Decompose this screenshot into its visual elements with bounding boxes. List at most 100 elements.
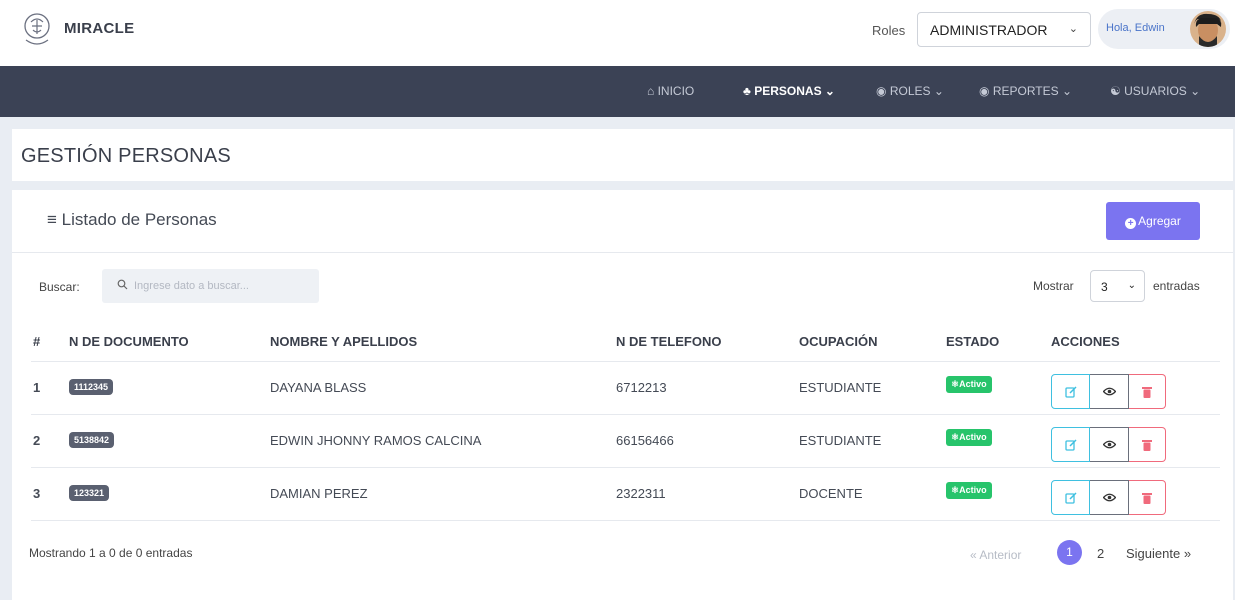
nav-item-reportes[interactable]: ◉ REPORTES ⌄ [979,84,1072,98]
phone-number: 2322311 [616,466,799,521]
row-number: 1 [31,360,67,414]
people-icon: ♣ [743,84,751,98]
view-button[interactable] [1090,480,1129,515]
nav-item-roles[interactable]: ◉ ROLES ⌄ [876,84,944,98]
search-input[interactable] [134,277,309,295]
eye-icon [1102,387,1116,396]
list-icon: ≡ [47,210,57,229]
occupation: ESTUDIANTE [799,413,946,467]
column-header: # [33,334,41,350]
view-button[interactable] [1090,374,1129,409]
nav-item-usuarios[interactable]: ☯ USUARIOS ⌄ [1110,84,1200,98]
delete-button[interactable] [1129,480,1166,515]
add-person-button[interactable]: + Agregar [1106,202,1200,240]
reports-icon: ◉ [979,84,990,98]
entries-select[interactable]: 3 ⌄ [1090,270,1145,302]
nav-item-inicio[interactable]: ⌂ INICIO [647,84,694,98]
main-navbar: ⌂ INICIO ♣ PERSONAS ⌄ ◉ ROLES ⌄ ◉ REPORT… [0,66,1235,117]
trash-icon [1142,492,1152,504]
chevron-down-icon: ⌄ [1068,23,1078,35]
role-select[interactable]: ADMINISTRADOR ⌄ [917,12,1091,47]
entries-select-value: 3 [1101,280,1108,294]
occupation: DOCENTE [799,466,946,521]
status-badge: ⚛Activo [946,481,992,499]
search-icon [117,279,128,290]
search-label: Buscar: [39,280,80,294]
table-info: Mostrando 1 a 0 de 0 entradas [29,546,193,560]
column-header: N DE TELEFONO [616,334,722,350]
table-row: 3 123321 DAMIAN PEREZ 2322311 DOCENTE ⚛A… [31,466,1220,521]
column-header: NOMBRE Y APELLIDOS [270,334,418,350]
brand-name: MIRACLE [64,20,135,37]
phone-number: 66156466 [616,413,799,467]
nav-item-label: INICIO [657,84,695,98]
row-actions [1051,374,1166,409]
edit-button[interactable] [1051,480,1090,515]
person-name: DAYANA BLASS [270,360,616,414]
pagination-prev[interactable]: « Anterior [970,548,1021,562]
persons-card: ≡ Listado de Personas +Agregar Buscar: M… [12,190,1233,600]
search-box [102,269,319,303]
avatar [1190,11,1226,47]
eye-icon [1102,493,1116,502]
user-greeting: Hola, Edwin [1106,22,1165,34]
add-button-label: Agregar [1138,213,1181,228]
persons-table: # N DE DOCUMENTO NOMBRE Y APELLIDOS N DE… [31,323,1220,521]
trash-icon [1142,386,1152,398]
top-bar: MIRACLE Roles ADMINISTRADOR ⌄ Hola, Edwi… [0,0,1235,66]
show-label: Mostrar [1033,279,1074,293]
delete-button[interactable] [1129,427,1166,462]
trash-icon [1142,439,1152,451]
logo-icon [24,13,50,45]
nav-item-label: USUARIOS [1124,84,1187,98]
delete-button[interactable] [1129,374,1166,409]
home-icon: ⌂ [647,84,655,98]
page-header: GESTIÓN PERSONAS [12,129,1233,181]
user-menu[interactable]: Hola, Edwin [1098,9,1230,49]
role-select-value: ADMINISTRADOR [930,22,1048,38]
nav-item-label: ROLES [889,84,931,98]
document-badge: 123321 [69,484,110,501]
view-button[interactable] [1090,427,1129,462]
person-name: DAMIAN PEREZ [270,466,616,521]
edit-button[interactable] [1051,427,1090,462]
row-number: 3 [31,466,67,521]
plus-circle-icon: + [1125,217,1137,229]
table-row: 2 5138842 EDWIN JHONNY RAMOS CALCINA 661… [31,413,1220,467]
chevron-down-icon: ⌄ [824,84,835,98]
show-suffix: entradas [1153,279,1200,293]
card-title: ≡ Listado de Personas [47,210,217,230]
edit-icon [1064,491,1077,504]
status-label: Activo [959,484,987,495]
pagination-next[interactable]: Siguiente » [1126,546,1191,561]
pagination-page-1[interactable]: 1 [1057,540,1082,565]
eye-icon [1102,440,1116,449]
edit-icon [1064,438,1077,451]
column-header: N DE DOCUMENTO [69,334,189,350]
table-row: 1 1112345 DAYANA BLASS 6712213 ESTUDIANT… [31,360,1220,414]
status-badge: ⚛Activo [946,428,992,446]
chevron-down-icon: ⌄ [933,84,944,98]
row-number: 2 [31,413,67,467]
edit-button[interactable] [1051,374,1090,409]
chevron-down-icon: ⌄ [1127,280,1136,291]
chevron-down-icon: ⌄ [1190,84,1201,98]
occupation: ESTUDIANTE [799,360,946,414]
column-header: ACCIONES [1051,334,1120,350]
pagination-page-2[interactable]: 2 [1097,546,1104,561]
status-label: Activo [959,378,987,389]
roles-icon: ◉ [876,84,887,98]
page-title: GESTIÓN PERSONAS [21,145,231,167]
roles-label: Roles [872,23,906,38]
nav-item-label: PERSONAS [754,84,822,98]
users-icon: ☯ [1110,84,1121,98]
document-badge: 5138842 [69,431,115,448]
chevron-down-icon: ⌄ [1061,84,1073,98]
column-header: OCUPACIÓN [799,334,878,350]
document-badge: 1112345 [69,378,114,395]
row-actions [1051,427,1166,462]
status-badge: ⚛Activo [946,375,992,393]
card-title-label: Listado de Personas [61,210,217,229]
nav-item-personas[interactable]: ♣ PERSONAS ⌄ [743,84,835,98]
table-header-row: # N DE DOCUMENTO NOMBRE Y APELLIDOS N DE… [31,323,1220,361]
